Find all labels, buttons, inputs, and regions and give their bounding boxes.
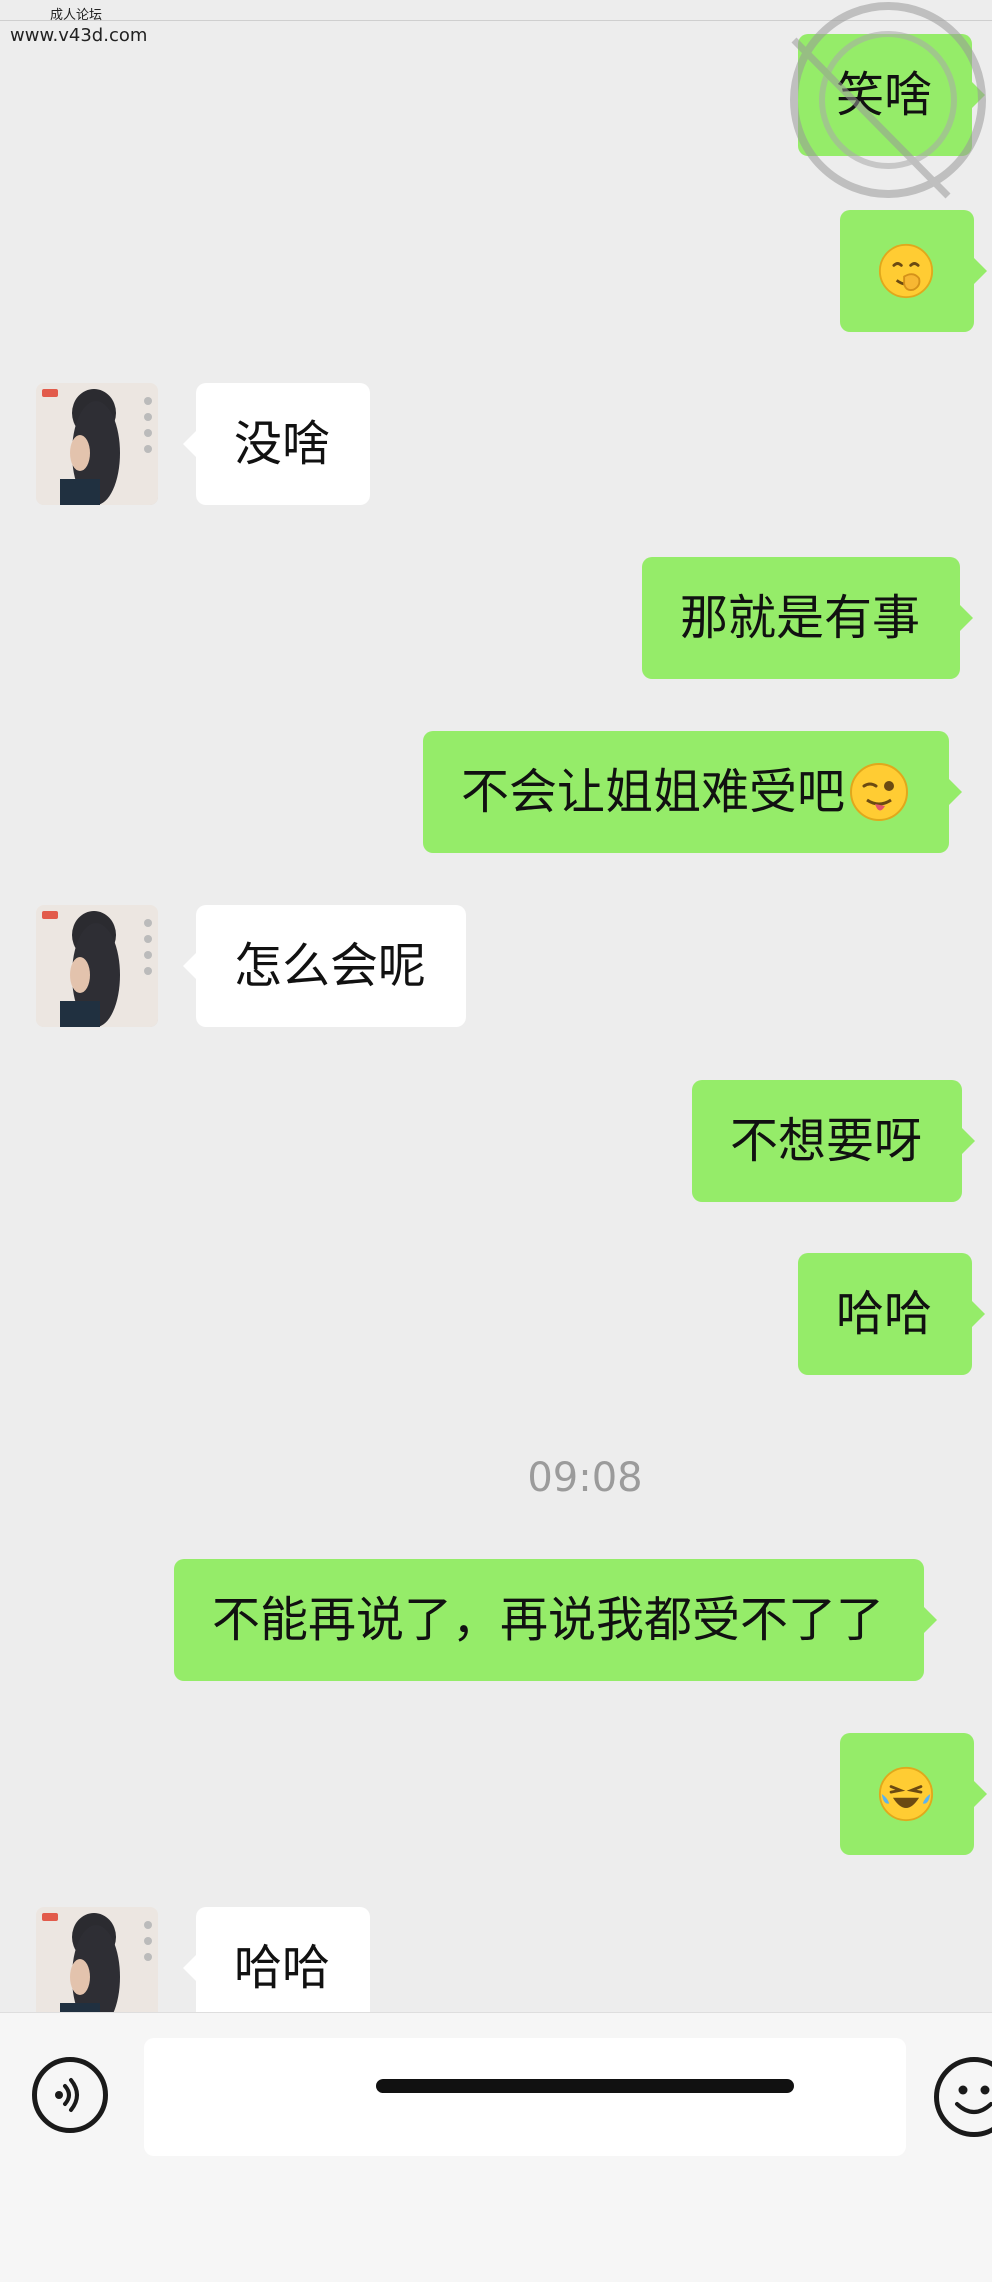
message-text: 不想要呀 [730, 1113, 923, 1169]
message-bubble-sent[interactable]: 不想要呀 [692, 1080, 976, 1202]
home-indicator [376, 2079, 794, 2093]
message-bubble-sent[interactable]: 不能再说了，再说我都受不了了 [174, 1559, 938, 1681]
emoji-button[interactable] [934, 2057, 992, 2137]
cover-mouth-emoji-icon [878, 243, 934, 299]
avatar-image [36, 1907, 158, 2012]
input-bar [0, 2012, 992, 2282]
message-text: 没啥 [234, 416, 331, 472]
message-text: 哈哈 [836, 1286, 933, 1342]
chat-area[interactable]: 笑啥 没啥 那就是有事 不会让姐姐难受吧 怎么会呢 不想要呀 哈哈 09:08 … [0, 0, 992, 2012]
avatar-image [36, 905, 158, 1027]
contact-avatar[interactable] [36, 1907, 158, 2012]
contact-avatar[interactable] [36, 383, 158, 505]
message-text: 不能再说了，再说我都受不了了 [212, 1592, 885, 1648]
message-bubble-sent[interactable]: 不会让姐姐难受吧 [423, 731, 963, 853]
message-text: 怎么会呢 [234, 938, 427, 994]
smiley-icon [955, 2085, 992, 2114]
avatar-image [36, 383, 158, 505]
message-text: 那就是有事 [680, 590, 921, 646]
voice-icon [55, 2078, 79, 2112]
message-bubble-sent[interactable]: 笑啥 [798, 34, 986, 156]
message-input[interactable] [144, 2038, 906, 2156]
message-text: 哈哈 [234, 1940, 331, 1996]
message-bubble-sent[interactable] [840, 210, 987, 332]
message-text: 笑啥 [836, 67, 933, 123]
message-bubble-sent[interactable]: 哈哈 [798, 1253, 986, 1375]
wink-tongue-emoji-icon [850, 763, 909, 821]
laughing-tears-emoji-icon [878, 1766, 934, 1822]
message-bubble-received[interactable]: 怎么会呢 [182, 905, 467, 1027]
message-bubble-received[interactable]: 没啥 [182, 383, 371, 505]
message-bubble-sent[interactable]: 那就是有事 [642, 557, 974, 679]
message-bubble-received[interactable]: 哈哈 [182, 1907, 371, 2012]
watermark-url: www.v43d.com [10, 25, 148, 46]
contact-avatar[interactable] [36, 905, 158, 1027]
top-strip [0, 0, 992, 21]
message-text: 不会让姐姐难受吧 [461, 764, 846, 820]
message-timestamp: 09:08 [527, 1455, 643, 1501]
voice-button[interactable] [32, 2057, 108, 2133]
message-bubble-sent[interactable] [840, 1733, 987, 1855]
watermark-site-name: 成人论坛 [50, 8, 103, 23]
